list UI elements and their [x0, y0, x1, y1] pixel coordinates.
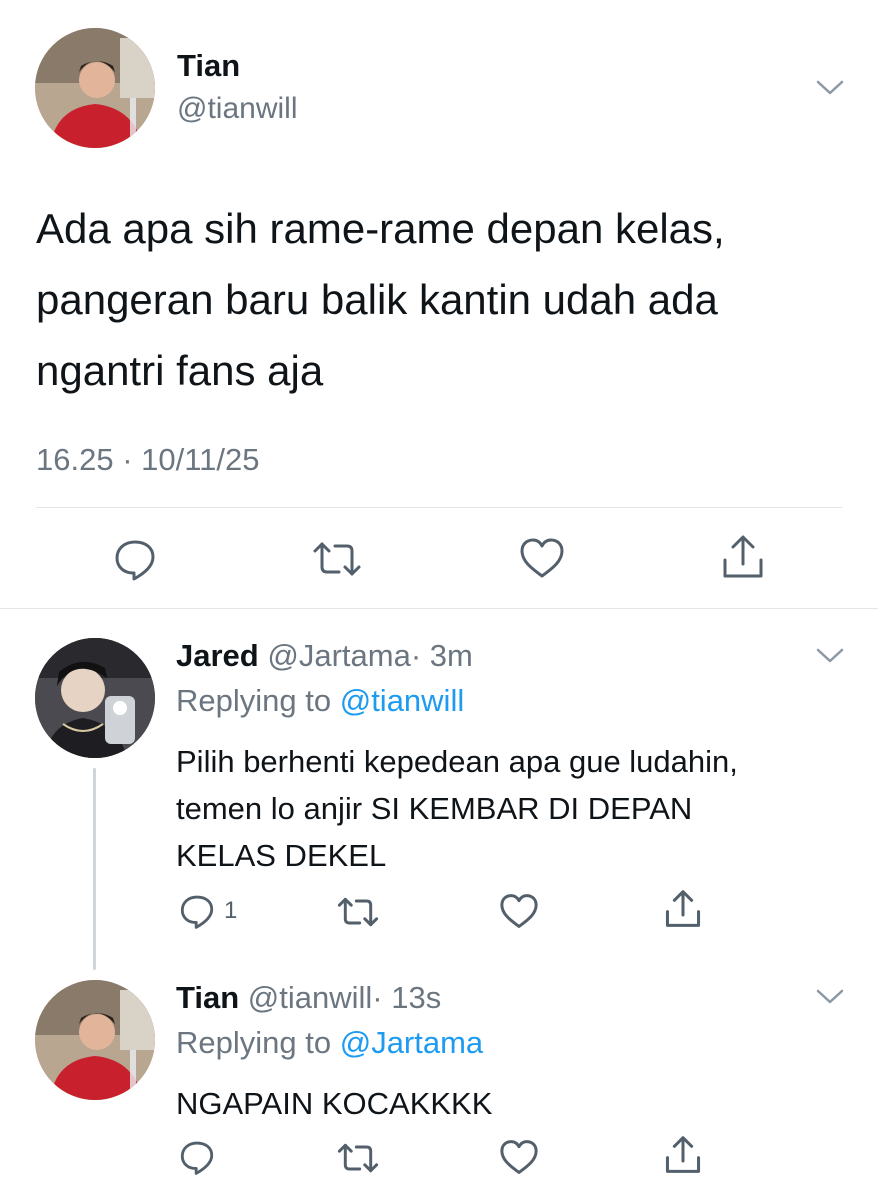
tweet-timestamp[interactable]: 16.25 · 10/11/25: [36, 442, 260, 478]
share-icon[interactable]: [721, 534, 765, 580]
avatar-photo: [35, 980, 155, 1100]
avatar-tian[interactable]: [35, 28, 155, 148]
author-handle[interactable]: @tianwill: [177, 92, 297, 126]
replying-to-label: Replying to: [176, 1025, 332, 1060]
avatar-jared[interactable]: [35, 638, 155, 758]
thread-line: [93, 768, 96, 970]
heart-icon[interactable]: [519, 537, 565, 579]
reply-count: 1: [224, 897, 238, 924]
avatar-tian[interactable]: [35, 980, 155, 1100]
retweet-icon[interactable]: [311, 539, 363, 579]
share-icon[interactable]: [664, 1135, 702, 1175]
tweet-text: Ada apa sih rame-rame depan kelas, pange…: [36, 193, 725, 406]
reply-text-line: KELAS DEKEL: [176, 838, 387, 873]
tweet-text-line: pangeran baru balik kantin udah ada: [36, 276, 718, 323]
tweet-text-line: Ada apa sih rame-rame depan kelas,: [36, 205, 725, 252]
reply-header: Tian @tianwill· 13s: [176, 980, 441, 1016]
replying-to-link[interactable]: @Jartama: [340, 1025, 483, 1060]
chevron-down-icon[interactable]: [815, 987, 845, 1007]
reply-text-line: NGAPAIN KOCAKKKK: [176, 1086, 493, 1121]
reply-icon[interactable]: [113, 537, 157, 581]
chevron-down-icon[interactable]: [815, 78, 845, 98]
replying-to-label: Replying to: [176, 683, 332, 718]
replying-to: Replying to @tianwill: [176, 683, 464, 719]
reply-time[interactable]: · 3m: [411, 638, 473, 673]
avatar-photo: [35, 28, 155, 148]
divider: [36, 507, 842, 508]
replying-to: Replying to @Jartama: [176, 1025, 483, 1061]
reply-header: Jared @Jartama· 3m: [176, 638, 473, 674]
heart-icon[interactable]: [499, 893, 539, 929]
reply-time[interactable]: · 13s: [372, 980, 441, 1015]
replying-to-link[interactable]: @tianwill: [340, 683, 465, 718]
reply-text: Pilih berhenti kepedean apa gue ludahin,…: [176, 738, 738, 879]
reply-icon[interactable]: [179, 893, 215, 929]
author-name[interactable]: Jared: [176, 638, 259, 673]
retweet-icon[interactable]: [336, 895, 380, 929]
author-name[interactable]: Tian: [176, 980, 239, 1015]
author-handle[interactable]: @tianwill: [248, 980, 373, 1015]
reply-text-line: Pilih berhenti kepedean apa gue ludahin,: [176, 744, 738, 779]
share-icon[interactable]: [664, 889, 702, 929]
chevron-down-icon[interactable]: [815, 646, 845, 666]
author-name[interactable]: Tian: [177, 48, 240, 84]
reply-text: NGAPAIN KOCAKKKK: [176, 1080, 492, 1127]
heart-icon[interactable]: [499, 1139, 539, 1175]
avatar-photo: [35, 638, 155, 758]
retweet-icon[interactable]: [336, 1141, 380, 1175]
reply-text-line: temen lo anjir SI KEMBAR DI DEPAN: [176, 791, 693, 826]
divider: [0, 608, 878, 609]
tweet-text-line: ngantri fans aja: [36, 347, 324, 394]
reply-icon[interactable]: [179, 1139, 215, 1175]
author-handle[interactable]: @Jartama: [267, 638, 410, 673]
